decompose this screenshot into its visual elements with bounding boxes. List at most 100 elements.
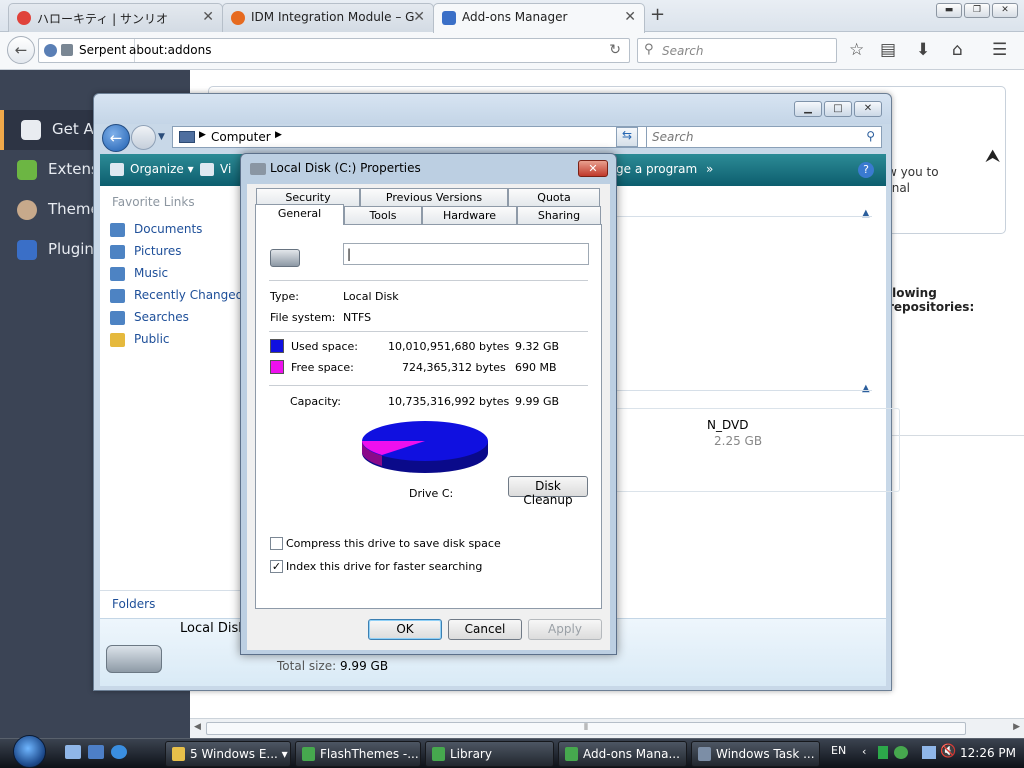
- close-icon[interactable]: ✕: [624, 9, 636, 25]
- capacity-label: Capacity:: [290, 395, 341, 408]
- help-icon[interactable]: ?: [858, 162, 874, 178]
- scroll-left-icon[interactable]: ◀: [194, 722, 201, 732]
- tab-previous-versions[interactable]: Previous Versions: [360, 188, 508, 206]
- taskbar-button-flashthemes[interactable]: FlashThemes -...: [295, 741, 421, 767]
- refresh-button[interactable]: ⇆: [616, 127, 638, 147]
- tab-tools[interactable]: Tools: [344, 206, 422, 224]
- favorite-music[interactable]: Music: [110, 264, 250, 284]
- index-label: Index this drive for faster searching: [286, 560, 483, 573]
- bookmarks-list-icon[interactable]: ▤: [880, 40, 896, 60]
- language-indicator[interactable]: EN: [831, 744, 846, 757]
- volume-name-input[interactable]: |: [343, 243, 589, 265]
- tab-title: IDM Integration Module – G: [251, 10, 415, 24]
- collapse-icon[interactable]: ▲: [862, 208, 870, 219]
- minimize-button[interactable]: ▬: [936, 3, 962, 18]
- favorite-documents[interactable]: Documents: [110, 220, 250, 240]
- used-space-bytes: 10,010,951,680 bytes: [388, 340, 510, 353]
- free-space-swatch: [270, 360, 284, 374]
- volume-muted-icon[interactable]: 🔇: [940, 744, 956, 759]
- favorite-pictures[interactable]: Pictures: [110, 242, 250, 262]
- internet-explorer-icon[interactable]: [111, 745, 127, 759]
- compress-checkbox[interactable]: [270, 537, 283, 550]
- puzzle-icon: [442, 11, 456, 25]
- folder-icon: [172, 747, 185, 761]
- download-icon[interactable]: ⬇: [916, 40, 930, 60]
- puzzle-icon: [17, 160, 37, 180]
- search-icon[interactable]: ⚲: [866, 129, 875, 143]
- url-bar[interactable]: Serpent about:addons ↻: [38, 38, 630, 63]
- favorite-recently-changed[interactable]: Recently Changed: [110, 286, 250, 306]
- clock[interactable]: 12:26 PM: [960, 746, 1016, 760]
- back-button[interactable]: ←: [102, 124, 130, 152]
- show-desktop-icon[interactable]: [65, 745, 81, 759]
- apply-button[interactable]: Apply: [528, 619, 602, 640]
- uninstall-program-button[interactable]: ge a program: [616, 162, 697, 176]
- forward-button[interactable]: [131, 125, 156, 150]
- bookmark-star-icon[interactable]: ☆: [849, 40, 864, 60]
- views-button[interactable]: Vi: [220, 162, 231, 176]
- search-input[interactable]: ⚲ Search: [637, 38, 837, 63]
- dvd-drive-name: N_DVD: [707, 418, 749, 432]
- explorer-titlebar[interactable]: ▁ □ ✕: [94, 94, 891, 124]
- tab-hello-kitty[interactable]: ハローキティ | サンリオ ✕: [8, 3, 223, 32]
- chevron-down-icon[interactable]: ▼: [158, 132, 165, 142]
- disk-cleanup-button[interactable]: Disk Cleanup: [508, 476, 588, 507]
- switch-windows-icon[interactable]: [88, 745, 104, 759]
- close-icon[interactable]: ✕: [202, 9, 214, 25]
- horizontal-scrollbar[interactable]: ◀ ⦀ ▶: [190, 718, 1024, 738]
- taskbar-button-addons[interactable]: Add-ons Mana...: [558, 741, 687, 767]
- tab-sharing[interactable]: Sharing: [517, 206, 601, 224]
- favorite-searches[interactable]: Searches: [110, 308, 250, 328]
- free-space-bytes: 724,365,312 bytes: [402, 361, 506, 374]
- more-button[interactable]: »: [706, 162, 713, 176]
- favorite-public[interactable]: Public: [110, 330, 250, 350]
- tab-addons-manager[interactable]: Add-ons Manager ✕: [433, 3, 645, 33]
- chevron-right-icon[interactable]: ▶: [275, 130, 282, 140]
- mouse-cursor-icon: ⮝: [985, 146, 1001, 167]
- search-placeholder: Search: [652, 130, 694, 144]
- ok-button[interactable]: OK: [368, 619, 442, 640]
- used-space-label: Used space:: [291, 340, 359, 353]
- scroll-right-icon[interactable]: ▶: [1013, 722, 1020, 732]
- close-icon[interactable]: ✕: [413, 9, 425, 25]
- close-button[interactable]: ✕: [992, 3, 1018, 18]
- views-icon: [200, 163, 214, 176]
- tab-general[interactable]: General: [255, 204, 344, 225]
- reload-icon[interactable]: ↻: [609, 42, 621, 58]
- start-button[interactable]: [10, 735, 48, 768]
- restore-button[interactable]: ❐: [964, 3, 990, 18]
- organize-button[interactable]: Organize ▾: [130, 162, 194, 176]
- taskbar-button-library[interactable]: Library: [425, 741, 554, 767]
- close-button[interactable]: ✕: [578, 160, 608, 177]
- windows-logo-icon: [13, 735, 46, 768]
- back-button[interactable]: ←: [7, 36, 35, 64]
- close-button[interactable]: ✕: [854, 101, 882, 117]
- chevron-right-icon: ▶: [199, 130, 206, 140]
- search-input[interactable]: Search ⚲: [646, 126, 882, 148]
- chevron-left-icon[interactable]: ‹: [862, 745, 866, 758]
- browser-icon: [432, 747, 445, 761]
- url-text[interactable]: about:addons: [129, 43, 211, 57]
- network-icon[interactable]: [922, 746, 936, 759]
- arrow-left-icon: ←: [109, 129, 123, 147]
- minimize-button[interactable]: ▁: [794, 101, 822, 117]
- site-identity[interactable]: Serpent: [39, 39, 136, 62]
- tab-quota[interactable]: Quota: [508, 188, 600, 206]
- new-tab-button[interactable]: +: [650, 4, 665, 25]
- cancel-button[interactable]: Cancel: [448, 619, 522, 640]
- network-status-icon[interactable]: [894, 746, 908, 759]
- menu-icon[interactable]: ☰: [992, 40, 1007, 60]
- tab-idm[interactable]: IDM Integration Module – G ✕: [222, 3, 434, 32]
- battery-icon[interactable]: [878, 746, 888, 759]
- collapse-icon[interactable]: ▲: [862, 383, 870, 394]
- maximize-button[interactable]: □: [824, 101, 852, 117]
- taskbar-button-task-manager[interactable]: Windows Task ...: [691, 741, 820, 767]
- type-value: Local Disk: [343, 290, 399, 303]
- index-checkbox[interactable]: ✓: [270, 560, 283, 573]
- folders-toggle[interactable]: Folders: [100, 590, 252, 618]
- taskbar-button-explorer[interactable]: 5 Windows E... ▾: [165, 741, 291, 767]
- home-icon[interactable]: ⌂: [952, 40, 963, 60]
- scrollbar-thumb[interactable]: ⦀: [206, 722, 966, 735]
- drive-label: Drive C:: [409, 487, 454, 500]
- tab-hardware[interactable]: Hardware: [422, 206, 517, 224]
